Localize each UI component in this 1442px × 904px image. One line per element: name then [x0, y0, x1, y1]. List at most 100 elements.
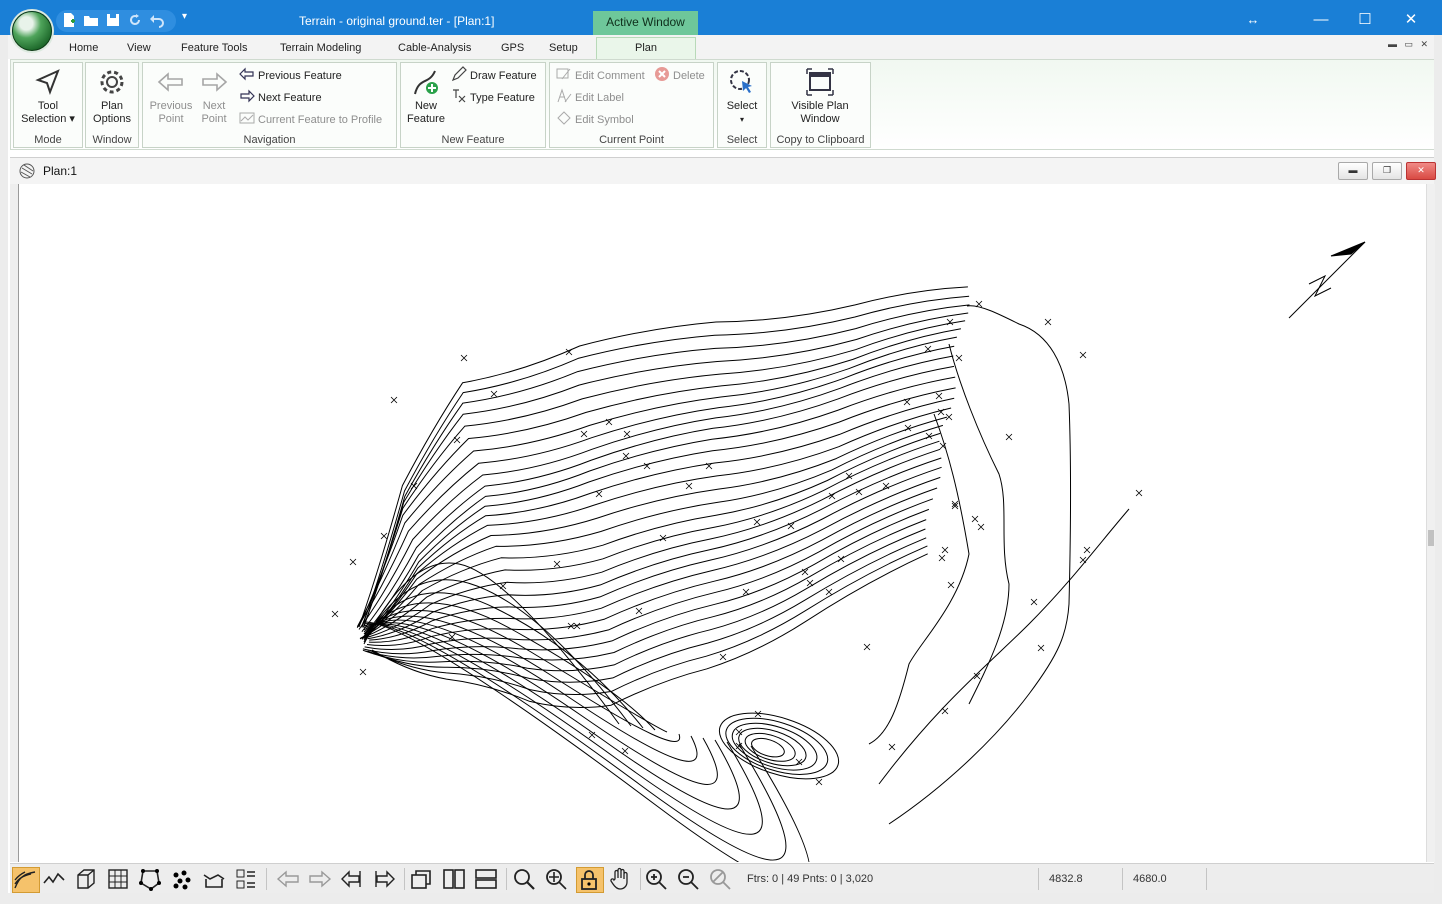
survey-point-marker[interactable]	[553, 560, 561, 568]
survey-point-marker[interactable]	[863, 643, 871, 651]
edit-comment-button[interactable]: Edit Comment	[556, 66, 645, 84]
survey-point-marker[interactable]	[1083, 546, 1091, 554]
tab-feature-tools[interactable]: Feature Tools	[181, 42, 247, 54]
delete-button[interactable]: Delete	[654, 66, 705, 84]
survey-point-marker[interactable]	[1079, 556, 1087, 564]
cable-icon[interactable]	[202, 867, 228, 891]
tab-setup[interactable]: Setup	[549, 42, 578, 54]
draw-feature-button[interactable]: Draw Feature	[451, 66, 537, 84]
survey-point-marker[interactable]	[635, 607, 643, 615]
previous-point-status-icon[interactable]	[276, 867, 302, 891]
undo-icon[interactable]	[148, 12, 166, 30]
survey-point-marker[interactable]	[453, 436, 461, 444]
zoom-in-icon[interactable]	[644, 867, 670, 891]
survey-point-marker[interactable]	[924, 345, 932, 353]
edit-symbol-button[interactable]: Edit Symbol	[556, 110, 634, 128]
maximize-button[interactable]: ☐	[1342, 8, 1388, 34]
survey-point-marker[interactable]	[941, 546, 949, 554]
survey-point-marker[interactable]	[735, 728, 743, 736]
previous-feature-status-icon[interactable]	[340, 867, 366, 891]
next-feature-status-icon[interactable]	[372, 867, 398, 891]
tab-terrain-modeling[interactable]: Terrain Modeling	[280, 42, 361, 54]
survey-point-marker[interactable]	[580, 430, 588, 438]
survey-point-marker[interactable]	[1079, 351, 1087, 359]
survey-point-marker[interactable]	[937, 408, 945, 416]
tab-gps[interactable]: GPS	[501, 42, 524, 54]
next-point-status-icon[interactable]	[308, 867, 334, 891]
survey-point-marker[interactable]	[588, 731, 596, 739]
plan-vertical-scrollbar[interactable]	[1426, 184, 1435, 862]
tool-selection-button[interactable]: Tool Selection ▾	[18, 67, 78, 126]
type-feature-button[interactable]: Type Feature	[451, 88, 535, 106]
survey-point-marker[interactable]	[955, 354, 963, 362]
tab-view[interactable]: View	[127, 42, 151, 54]
survey-point-marker[interactable]	[825, 588, 833, 596]
3d-view-icon[interactable]	[74, 867, 100, 891]
resize-icon[interactable]: ↔	[1230, 8, 1276, 34]
profile-line-icon[interactable]	[42, 867, 68, 891]
survey-point-marker[interactable]	[331, 610, 339, 618]
survey-point-marker[interactable]	[903, 398, 911, 406]
tile-horizontal-icon[interactable]	[474, 867, 500, 891]
redo-icon[interactable]	[126, 12, 144, 30]
survey-point-marker[interactable]	[888, 743, 896, 751]
survey-point-marker[interactable]	[1037, 644, 1045, 652]
tab-plan[interactable]: Plan	[596, 37, 696, 61]
survey-point-marker[interactable]	[815, 778, 823, 786]
contour-map[interactable]	[19, 184, 1427, 887]
new-file-icon[interactable]	[60, 12, 78, 30]
survey-point-marker[interactable]	[971, 515, 979, 523]
survey-point-marker[interactable]	[742, 588, 750, 596]
customize-qat-icon[interactable]: ▾	[182, 11, 187, 22]
survey-point-marker[interactable]	[1135, 489, 1143, 497]
open-folder-icon[interactable]	[82, 12, 100, 30]
zoom-previous-icon[interactable]	[708, 867, 734, 891]
survey-point-marker[interactable]	[806, 579, 814, 587]
plan-restore-button[interactable]: ❐	[1372, 162, 1402, 180]
minimize-button[interactable]: —	[1298, 8, 1344, 34]
plan-options-button[interactable]: Plan Options	[89, 67, 135, 126]
survey-point-marker[interactable]	[685, 482, 693, 490]
scroll-thumb[interactable]	[1428, 530, 1434, 546]
survey-point-marker[interactable]	[719, 653, 727, 661]
tab-home[interactable]: Home	[69, 42, 98, 54]
previous-feature-button[interactable]: Previous Feature	[239, 66, 342, 84]
close-button[interactable]: ✕	[1388, 8, 1434, 34]
survey-point-marker[interactable]	[837, 555, 845, 563]
survey-point-marker[interactable]	[622, 452, 630, 460]
survey-point-marker[interactable]	[621, 747, 629, 755]
mdi-controls[interactable]: ▬ ▭ ✕	[1388, 39, 1428, 50]
pan-hand-icon[interactable]	[608, 867, 634, 891]
survey-point-marker[interactable]	[490, 390, 498, 398]
survey-point-marker[interactable]	[410, 482, 418, 490]
app-menu-button[interactable]	[12, 11, 52, 51]
plan-canvas[interactable]	[18, 184, 1427, 887]
lock-icon[interactable]	[576, 867, 604, 893]
zoom-extents-icon[interactable]	[544, 867, 570, 891]
current-feature-to-profile-button[interactable]: Current Feature to Profile	[239, 110, 382, 128]
zoom-icon[interactable]	[512, 867, 538, 891]
survey-point-marker[interactable]	[499, 582, 507, 590]
contours-icon[interactable]	[12, 867, 40, 893]
survey-point-marker[interactable]	[977, 523, 985, 531]
survey-point-marker[interactable]	[1044, 318, 1052, 326]
cascade-windows-icon[interactable]	[410, 867, 436, 891]
tab-cable-analysis[interactable]: Cable-Analysis	[398, 42, 471, 54]
survey-point-marker[interactable]	[623, 430, 631, 438]
select-button[interactable]: Select ▾	[721, 67, 763, 126]
survey-point-marker[interactable]	[938, 554, 946, 562]
new-feature-button[interactable]: New Feature	[404, 67, 448, 126]
survey-point-marker[interactable]	[460, 354, 468, 362]
points-cloud-icon[interactable]	[170, 867, 196, 891]
survey-point-marker[interactable]	[947, 581, 955, 589]
survey-point-marker[interactable]	[359, 668, 367, 676]
survey-point-marker[interactable]	[935, 392, 943, 400]
survey-point-marker[interactable]	[753, 518, 761, 526]
edit-label-button[interactable]: Edit Label	[556, 88, 624, 106]
survey-point-marker[interactable]	[380, 532, 388, 540]
survey-point-marker[interactable]	[941, 707, 949, 715]
survey-point-marker[interactable]	[946, 318, 954, 326]
survey-point-marker[interactable]	[1030, 598, 1038, 606]
previous-point-button[interactable]: Previous Point	[146, 67, 196, 126]
survey-point-marker[interactable]	[349, 558, 357, 566]
